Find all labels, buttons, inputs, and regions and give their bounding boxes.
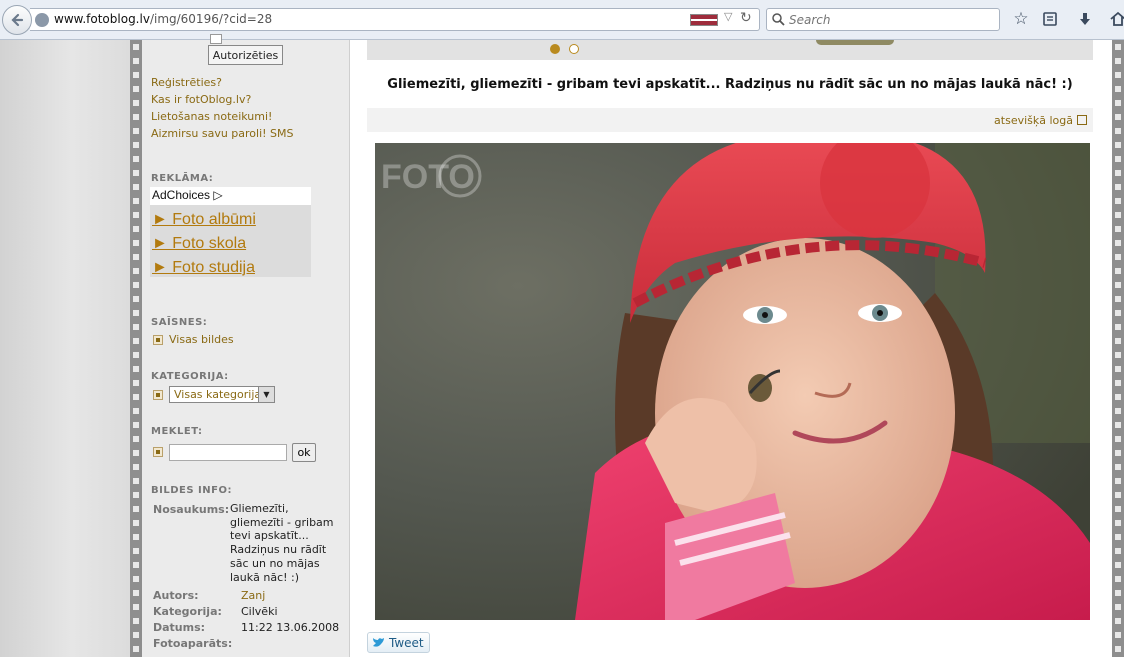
main-photo[interactable]: FOTO bbox=[375, 143, 1090, 620]
info-label: Kategorija: bbox=[153, 605, 222, 618]
back-button[interactable] bbox=[2, 5, 32, 35]
slider-bar bbox=[367, 40, 1093, 60]
url-path: /img/60196/?cid=28 bbox=[149, 12, 273, 26]
info-date-row: Datums: 11:22 13.06.2008 bbox=[153, 621, 339, 634]
url-text: www.fotoblog.lv/img/60196/?cid=28 bbox=[54, 12, 272, 26]
bullet-icon bbox=[153, 447, 163, 457]
photo-options-bar: atsevišķā logā bbox=[367, 108, 1093, 132]
info-value: Cilvēki bbox=[241, 605, 278, 618]
ad-link-photo-albums[interactable]: ► Foto albūmi bbox=[152, 211, 256, 229]
slider-tab[interactable] bbox=[816, 40, 894, 45]
slider-dot[interactable] bbox=[569, 44, 579, 54]
latvia-flag-icon bbox=[690, 14, 718, 26]
adchoices-text: AdChoices bbox=[152, 188, 211, 202]
adchoices-label[interactable]: AdChoices ▷ bbox=[150, 187, 311, 205]
forgot-password-link[interactable]: Aizmirsu savu paroli! SMS bbox=[151, 127, 294, 140]
terms-link[interactable]: Lietošanas noteikumi! bbox=[151, 110, 272, 123]
tweet-button[interactable]: Tweet bbox=[367, 632, 430, 653]
twitter-bird-icon bbox=[373, 638, 384, 647]
page: Autorizēties Reģistrēties? Kas ir fotObl… bbox=[0, 34, 1124, 657]
category-heading: KATEGORIJA: bbox=[151, 371, 229, 382]
about-link[interactable]: Kas ir fotOblog.lv? bbox=[151, 93, 251, 106]
site-search-button[interactable]: ok bbox=[292, 443, 316, 462]
photo-watermark: FOTO bbox=[381, 158, 475, 196]
info-title-row: Nosaukums: bbox=[153, 503, 229, 516]
remember-checkbox[interactable] bbox=[210, 34, 222, 44]
links-heading: SAĪSNES: bbox=[151, 317, 208, 328]
info-value: 11:22 13.06.2008 bbox=[241, 621, 340, 634]
chevron-down-icon[interactable]: ▽ bbox=[724, 10, 732, 23]
info-author-row: Autors: Zanj bbox=[153, 589, 265, 602]
slider-dot-active[interactable] bbox=[550, 44, 560, 54]
search-icon bbox=[772, 13, 785, 26]
category-select[interactable]: Visas kategorijas ▼ bbox=[169, 386, 275, 403]
url-host: www.fotoblog.lv bbox=[54, 12, 150, 26]
register-link[interactable]: Reģistrēties? bbox=[151, 76, 222, 89]
category-select-value: Visas kategorijas bbox=[174, 388, 267, 401]
search-bar[interactable] bbox=[766, 8, 1000, 31]
login-button[interactable]: Autorizēties bbox=[208, 45, 283, 65]
browser-toolbar: www.fotoblog.lv/img/60196/?cid=28 ▽ ↻ ☆ bbox=[0, 0, 1124, 40]
reading-list-icon[interactable] bbox=[1040, 9, 1060, 29]
filmstrip-right bbox=[1112, 40, 1124, 657]
site-search-input[interactable] bbox=[169, 444, 287, 461]
all-photos-link[interactable]: Visas bildes bbox=[169, 333, 234, 346]
bullet-icon bbox=[153, 335, 163, 345]
ads-heading: REKLĀMA: bbox=[151, 173, 214, 184]
ad-link-photo-studio[interactable]: ► Foto studija bbox=[152, 259, 255, 277]
address-bar[interactable]: www.fotoblog.lv/img/60196/?cid=28 ▽ ↻ bbox=[30, 8, 760, 31]
sidebar: Autorizēties Reģistrēties? Kas ir fotObl… bbox=[142, 34, 350, 657]
download-icon[interactable] bbox=[1075, 9, 1095, 29]
info-camera-row: Fotoaparāts: bbox=[153, 637, 232, 650]
back-arrow-icon bbox=[11, 13, 24, 27]
photo-image: FOTO bbox=[375, 143, 1090, 620]
home-icon[interactable] bbox=[1108, 9, 1124, 29]
ad-link-photo-school[interactable]: ► Foto skola bbox=[152, 235, 246, 253]
ad-box: AdChoices ▷ ► Foto albūmi ► Foto skola ►… bbox=[150, 187, 311, 277]
open-new-window-link[interactable]: atsevišķā logā bbox=[994, 114, 1087, 127]
info-label: Nosaukums: bbox=[153, 503, 230, 516]
search-heading: MEKLET: bbox=[151, 426, 203, 437]
bullet-icon bbox=[153, 390, 163, 400]
external-window-icon bbox=[1077, 115, 1087, 125]
info-label: Autors: bbox=[153, 589, 199, 602]
info-category-row: Kategorija: Cilvēki bbox=[153, 605, 278, 618]
star-icon[interactable]: ☆ bbox=[1011, 9, 1031, 29]
open-new-window-label: atsevišķā logā bbox=[994, 114, 1073, 127]
info-title-value: Gliemezīti, gliemezīti - gribam tevi aps… bbox=[230, 502, 334, 584]
photo-title: Gliemezīti, gliemezīti - gribam tevi aps… bbox=[387, 77, 1073, 92]
filmstrip-left bbox=[130, 40, 142, 657]
reload-icon[interactable]: ↻ bbox=[740, 10, 752, 26]
globe-icon bbox=[35, 13, 49, 27]
adchoices-icon: ▷ bbox=[213, 188, 223, 202]
author-link[interactable]: Zanj bbox=[241, 589, 265, 602]
main-content: Gliemezīti, gliemezīti - gribam tevi aps… bbox=[351, 40, 1112, 657]
tweet-label: Tweet bbox=[389, 635, 424, 650]
chevron-down-icon[interactable]: ▼ bbox=[258, 387, 274, 402]
info-label: Fotoaparāts: bbox=[153, 637, 233, 650]
info-label: Datums: bbox=[153, 621, 206, 634]
search-input[interactable] bbox=[789, 11, 989, 29]
page-background bbox=[0, 40, 130, 657]
info-heading: BILDES INFO: bbox=[151, 485, 232, 496]
